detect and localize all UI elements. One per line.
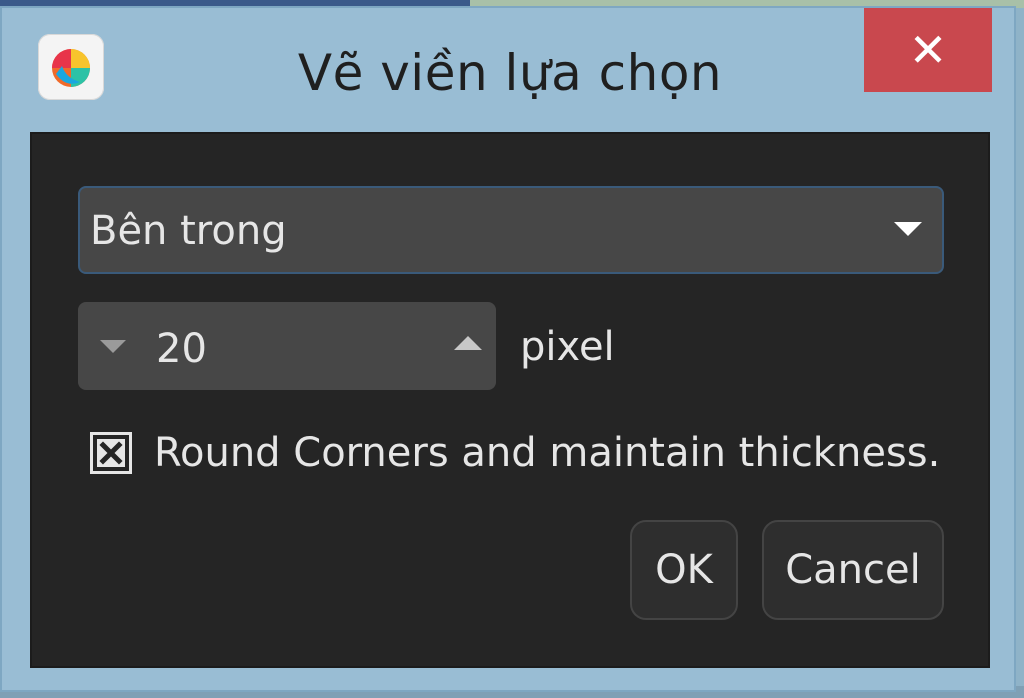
stroke-width-value[interactable]: 20 [156, 326, 207, 372]
decrement-arrow-icon[interactable] [98, 334, 128, 358]
increment-arrow-icon[interactable] [452, 332, 482, 356]
checkbox-checked-icon [97, 439, 125, 467]
border-position-dropdown[interactable]: Bên trong [78, 186, 944, 274]
chevron-down-icon [894, 222, 922, 236]
stroke-width-spinbox[interactable]: 20 [78, 302, 496, 390]
close-button[interactable]: ✕ [864, 8, 992, 92]
unit-label: pixel [520, 324, 615, 370]
round-corners-label[interactable]: Round Corners and maintain thickness. [154, 430, 940, 476]
ok-button[interactable]: OK [630, 520, 738, 620]
cancel-button[interactable]: Cancel [762, 520, 944, 620]
stroke-selection-dialog: Vẽ viền lựa chọn ✕ Bên trong 20 pixel Ro… [0, 6, 1016, 692]
dialog-content: Bên trong 20 pixel Round Corners and mai… [30, 132, 990, 668]
title-bar[interactable]: Vẽ viền lựa chọn ✕ [2, 8, 1014, 132]
close-icon: ✕ [908, 23, 948, 77]
border-position-selected: Bên trong [90, 208, 287, 254]
round-corners-checkbox[interactable] [90, 432, 132, 474]
